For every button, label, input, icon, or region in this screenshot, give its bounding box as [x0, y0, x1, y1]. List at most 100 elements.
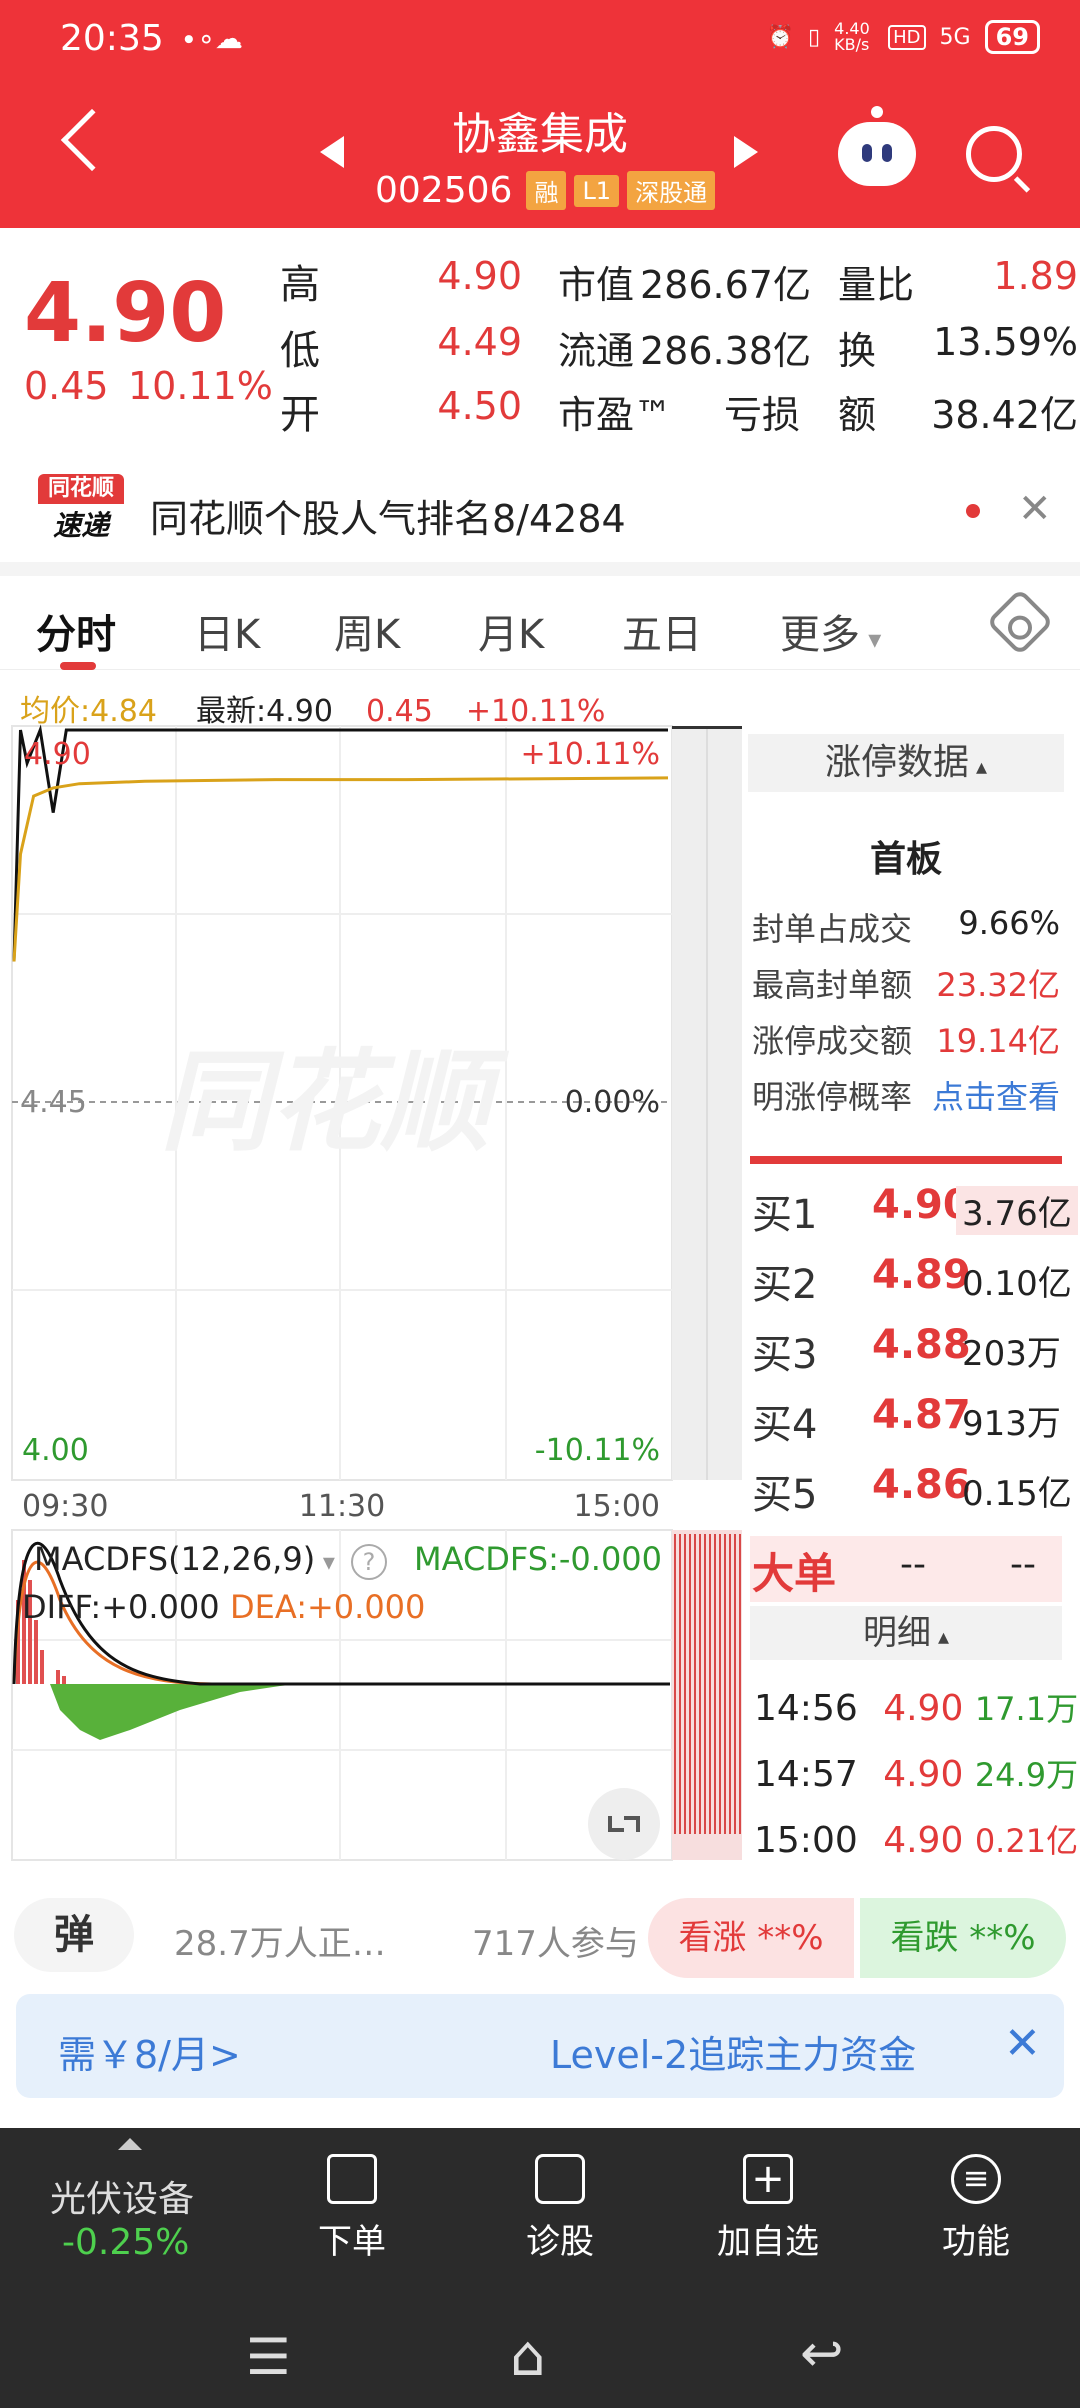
level2-promo-banner[interactable]: 需￥8/月> Level-2追踪主力资金 ✕ — [16, 1994, 1064, 2098]
cloud-icon: ∙∘☁ — [180, 22, 244, 55]
watching-count[interactable]: 28.7万人正… — [174, 1916, 386, 1965]
bid5-volume: 0.15亿 — [962, 1474, 1072, 1514]
limit-up-data-header[interactable]: 涨停数据 ▴ — [748, 734, 1064, 792]
value-mktcap: 286.67亿 — [640, 263, 811, 307]
search-icon[interactable] — [966, 126, 1022, 182]
label-open: 开 — [280, 392, 320, 438]
sector-change: -0.25% — [62, 2222, 190, 2263]
unread-dot — [966, 504, 980, 518]
tick-row: 14:56 4.90 17.1万 — [754, 1688, 1079, 1729]
max-seal-value: 23.32亿 — [936, 966, 1060, 1004]
value-turnover: 13.59% — [933, 320, 1078, 364]
tomorrow-prob-link[interactable]: 点击查看 — [932, 1072, 1060, 1118]
status-right: ⏰ ▯ 4.40 KB/s HD 5G 69 — [767, 20, 1040, 54]
order-icon — [327, 2154, 377, 2204]
tab-daily-k[interactable]: 日K — [194, 602, 260, 660]
bid5-price: 4.86 — [872, 1462, 971, 1508]
limit-turnover-value: 19.14亿 — [936, 1022, 1060, 1060]
chevron-up-icon: ▴ — [968, 755, 988, 780]
last-price: 4.90 — [24, 266, 227, 361]
tick-row: 14:57 4.90 24.9万 — [754, 1754, 1079, 1795]
after-hours-bar — [674, 1534, 676, 1834]
tab-five-day[interactable]: 五日 — [622, 602, 702, 660]
y-label-top-left: 4.90 — [24, 737, 91, 772]
nav-diagnose[interactable]: 诊股 — [490, 2154, 630, 2263]
bid4-price: 4.87 — [872, 1392, 971, 1438]
after-hours-bar — [699, 1534, 701, 1834]
diagnose-icon — [535, 2154, 585, 2204]
tab-more[interactable]: 更多 ▾ — [780, 602, 881, 660]
watermark: 同花顺 — [160, 1038, 510, 1166]
recent-apps-icon[interactable]: ☰ — [246, 2328, 291, 2386]
nav-add-watchlist[interactable]: + 加自选 — [698, 2154, 838, 2263]
close-news-icon[interactable]: ✕ — [1018, 486, 1052, 532]
after-hours-bar — [679, 1534, 681, 1834]
tag-margin: 融 — [526, 171, 567, 210]
tab-monthly-k[interactable]: 月K — [478, 602, 544, 660]
hd-icon: HD — [888, 24, 926, 50]
value-low: 4.49 — [437, 320, 522, 364]
after-hours-bar — [734, 1534, 736, 1834]
vote-up-button[interactable]: 看涨 **% — [648, 1898, 854, 1978]
stock-code: 002506 — [375, 170, 513, 211]
detail-header[interactable]: 明细 ▴ — [750, 1606, 1062, 1660]
limit-up-title: 首板 — [869, 839, 942, 880]
after-hours-bar — [719, 1534, 721, 1834]
back-nav-icon[interactable]: ↩ — [800, 2324, 844, 2384]
macd-bars — [16, 1560, 300, 1740]
sector-name[interactable]: 光伏设备 — [50, 2170, 194, 2222]
stock-name: 协鑫集成 — [452, 109, 628, 160]
value-pe: 亏损 — [723, 393, 800, 437]
limit-turnover-label: 涨停成交额 — [752, 1022, 913, 1060]
nav-functions[interactable]: ≡ 功能 — [906, 2154, 1046, 2263]
tomorrow-prob-label: 明涨停概率 — [752, 1078, 913, 1116]
y-label-bottom-right: -10.11% — [535, 1433, 660, 1468]
promo-text[interactable]: Level-2追踪主力资金 — [550, 2024, 916, 2079]
intraday-chart[interactable]: 同花顺 4.90 +10.11% 4.45 0.00% 4.00 -10.11%… — [0, 720, 750, 1870]
after-hours-bar — [694, 1534, 696, 1834]
dea-value: DEA:+0.000 — [230, 1588, 426, 1626]
vote-down-button[interactable]: 看跌 **% — [860, 1898, 1066, 1978]
bid1-label: 买1 — [752, 1192, 818, 1238]
after-hours-bar — [739, 1534, 741, 1834]
bid2-volume: 0.10亿 — [962, 1264, 1072, 1304]
signal-label: 5G — [939, 24, 971, 50]
tab-intraday[interactable]: 分时 — [36, 602, 116, 660]
home-icon[interactable]: ⌂ — [510, 2324, 546, 2389]
tag-level: L1 — [574, 174, 620, 207]
x-label-open: 09:30 — [22, 1489, 108, 1524]
macd-label[interactable]: MACDFS(12,26,9) ▾ ? — [34, 1540, 388, 1580]
label-high: 高 — [280, 262, 320, 308]
seal-ratio-value: 9.66% — [958, 904, 1060, 942]
top-header: 20:35 ∙∘☁ ⏰ ▯ 4.40 KB/s HD 5G 69 协鑫集成 00… — [0, 0, 1080, 228]
fullscreen-button[interactable] — [588, 1788, 660, 1860]
order-book-divider — [750, 1156, 1062, 1164]
after-hours-bar — [684, 1534, 686, 1834]
sentiment-vote: 看涨 **% 看跌 **% — [648, 1898, 1066, 1978]
danmaku-toggle-button[interactable]: 弹 — [14, 1898, 134, 1972]
bid2-price: 4.89 — [872, 1252, 971, 1298]
help-icon[interactable]: ? — [351, 1544, 388, 1580]
tab-weekly-k[interactable]: 周K — [334, 602, 400, 660]
chevron-up-icon — [118, 2138, 142, 2150]
bid1-volume: 3.76亿 — [956, 1186, 1078, 1235]
value-amount: 38.42亿 — [931, 393, 1078, 437]
news-text[interactable]: 同花顺个股人气排名8/4284 — [150, 488, 626, 543]
bid5-label: 买5 — [752, 1472, 818, 1518]
next-stock-icon[interactable] — [734, 136, 758, 168]
label-low: 低 — [280, 328, 320, 374]
tick-row: 15:00 4.90 0.21亿 — [754, 1820, 1079, 1861]
max-seal-label: 最高封单额 — [752, 966, 913, 1004]
bid2-label: 买2 — [752, 1262, 818, 1308]
ths-express-logo: 同花顺 速递 — [38, 474, 124, 544]
after-hours-bar — [704, 1534, 706, 1834]
close-promo-icon[interactable]: ✕ — [1004, 2018, 1041, 2069]
seal-ratio-label: 封单占成交 — [752, 910, 913, 948]
chart-tabs: 分时 日K 周K 月K 五日 更多 ▾ — [0, 576, 1080, 670]
nav-order[interactable]: 下单 — [282, 2154, 422, 2263]
label-mktcap: 市值 — [558, 263, 635, 307]
x-label-noon: 11:30 — [299, 1489, 385, 1524]
robot-assistant-icon[interactable] — [838, 106, 916, 186]
big-order-v2: -- — [1010, 1544, 1036, 1585]
promo-price[interactable]: 需￥8/月> — [58, 2024, 241, 2079]
